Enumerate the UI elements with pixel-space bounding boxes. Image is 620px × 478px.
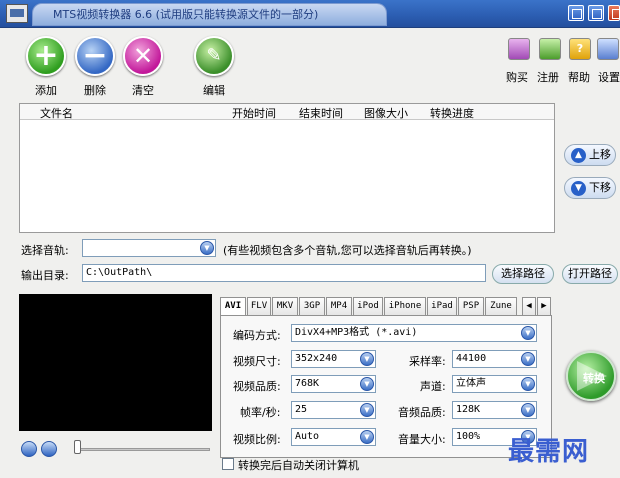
register-label[interactable]: 注册	[537, 69, 559, 85]
up-arrow-icon: ▲	[571, 148, 586, 163]
audio-track-select[interactable]	[82, 239, 216, 257]
title-bar: MTS视频转换器 6.6 (试用版只能转换源文件的一部分)	[0, 0, 620, 28]
tab-scroll-left[interactable]: ◀	[522, 297, 536, 315]
tab-mp4[interactable]: MP4	[326, 297, 352, 315]
file-list[interactable]: 文件名 开始时间 结束时间 图像大小 转换进度	[19, 103, 555, 233]
col-progress[interactable]: 转换进度	[430, 105, 474, 121]
move-down-label: 下移	[589, 181, 611, 194]
quality-dropdown-icon[interactable]: ▼	[360, 377, 374, 391]
encoder-select[interactable]: DivX4+MP3格式 (*.avi)	[291, 324, 537, 342]
add-label: 添加	[35, 84, 57, 97]
audio-track-label: 选择音轨:	[21, 244, 69, 257]
window-title: MTS视频转换器 6.6 (试用版只能转换源文件的一部分)	[32, 3, 387, 26]
tab-3gp[interactable]: 3GP	[299, 297, 325, 315]
tab-ipad[interactable]: iPad	[427, 297, 457, 315]
col-start-time[interactable]: 开始时间	[232, 105, 276, 121]
file-list-header: 文件名 开始时间 结束时间 图像大小 转换进度	[20, 104, 554, 120]
encoder-dropdown-icon[interactable]: ▼	[521, 326, 535, 340]
audio-quality-label: 音频品质:	[398, 406, 446, 419]
play-icon[interactable]	[21, 441, 37, 457]
channel-dropdown-icon[interactable]: ▼	[521, 377, 535, 391]
seek-bar[interactable]	[76, 448, 210, 451]
col-filename[interactable]: 文件名	[40, 105, 73, 121]
tab-ipod[interactable]: iPod	[353, 297, 383, 315]
minus-icon: −	[75, 36, 115, 76]
tab-zune[interactable]: Zune	[485, 297, 517, 315]
output-dir-label: 输出目录:	[21, 269, 69, 282]
plus-icon: +	[26, 36, 66, 76]
samplerate-label: 采样率:	[409, 355, 446, 368]
audio-quality-dropdown-icon[interactable]: ▼	[521, 403, 535, 417]
convert-label: 转换	[583, 372, 605, 385]
tab-iphone[interactable]: iPhone	[384, 297, 426, 315]
col-image-size[interactable]: 图像大小	[364, 105, 408, 121]
buy-icon[interactable]	[508, 38, 530, 60]
stop-icon[interactable]	[41, 441, 57, 457]
convert-button[interactable]: 转换	[566, 351, 616, 401]
volume-label: 音量大小:	[398, 433, 446, 446]
encoder-label: 编码方式:	[233, 329, 281, 342]
shutdown-label[interactable]: 转换完后自动关闭计算机	[238, 457, 359, 473]
delete-button[interactable]: −	[75, 36, 115, 76]
choose-path-button[interactable]: 选择路径	[492, 264, 554, 284]
minimize-button[interactable]	[568, 5, 584, 21]
edit-label: 编辑	[203, 84, 225, 97]
quality-label: 视频品质:	[233, 380, 281, 393]
tab-flv[interactable]: FLV	[247, 297, 271, 315]
tab-scroll-right[interactable]: ▶	[537, 297, 551, 315]
move-up-button[interactable]: ▲ 上移	[564, 144, 616, 166]
settings-icon[interactable]	[597, 38, 619, 60]
tab-avi[interactable]: AVI	[220, 297, 246, 316]
settings-label[interactable]: 设置	[598, 69, 620, 85]
move-up-label: 上移	[589, 148, 611, 161]
clear-button[interactable]: ✕	[123, 36, 163, 76]
shutdown-checkbox[interactable]	[222, 458, 234, 470]
seek-thumb[interactable]	[74, 440, 81, 454]
channel-label: 声道:	[420, 380, 446, 393]
audio-dropdown-icon[interactable]: ▼	[200, 241, 214, 255]
size-dropdown-icon[interactable]: ▼	[360, 352, 374, 366]
close-button[interactable]	[608, 5, 620, 21]
buy-label[interactable]: 购买	[506, 69, 528, 85]
maximize-button[interactable]	[588, 5, 604, 21]
col-end-time[interactable]: 结束时间	[299, 105, 343, 121]
tab-mkv[interactable]: MKV	[272, 297, 298, 315]
watermark-text: 最需网	[508, 437, 590, 467]
x-icon: ✕	[123, 36, 163, 76]
fps-label: 帧率/秒:	[240, 406, 281, 419]
samplerate-dropdown-icon[interactable]: ▼	[521, 352, 535, 366]
app-icon[interactable]	[6, 4, 28, 23]
delete-label: 删除	[84, 84, 106, 97]
register-icon[interactable]	[539, 38, 561, 60]
ratio-dropdown-icon[interactable]: ▼	[360, 430, 374, 444]
audio-hint: (有些视频包含多个音轨,您可以选择音轨后再转换。)	[223, 244, 472, 257]
help-label[interactable]: 帮助	[568, 69, 590, 85]
tab-psp[interactable]: PSP	[458, 297, 484, 315]
add-button[interactable]: +	[26, 36, 66, 76]
down-arrow-icon: ▼	[571, 181, 586, 196]
help-icon[interactable]: ?	[569, 38, 591, 60]
open-path-button[interactable]: 打开路径	[562, 264, 618, 284]
size-label: 视频尺寸:	[233, 355, 281, 368]
edit-button[interactable]: ✎	[194, 36, 234, 76]
edit-icon: ✎	[194, 36, 234, 76]
output-path-input[interactable]: C:\OutPath\	[82, 264, 486, 282]
move-down-button[interactable]: ▼ 下移	[564, 177, 616, 199]
clear-label: 清空	[132, 84, 154, 97]
video-preview	[19, 294, 212, 431]
fps-dropdown-icon[interactable]: ▼	[360, 403, 374, 417]
ratio-label: 视频比例:	[233, 433, 281, 446]
